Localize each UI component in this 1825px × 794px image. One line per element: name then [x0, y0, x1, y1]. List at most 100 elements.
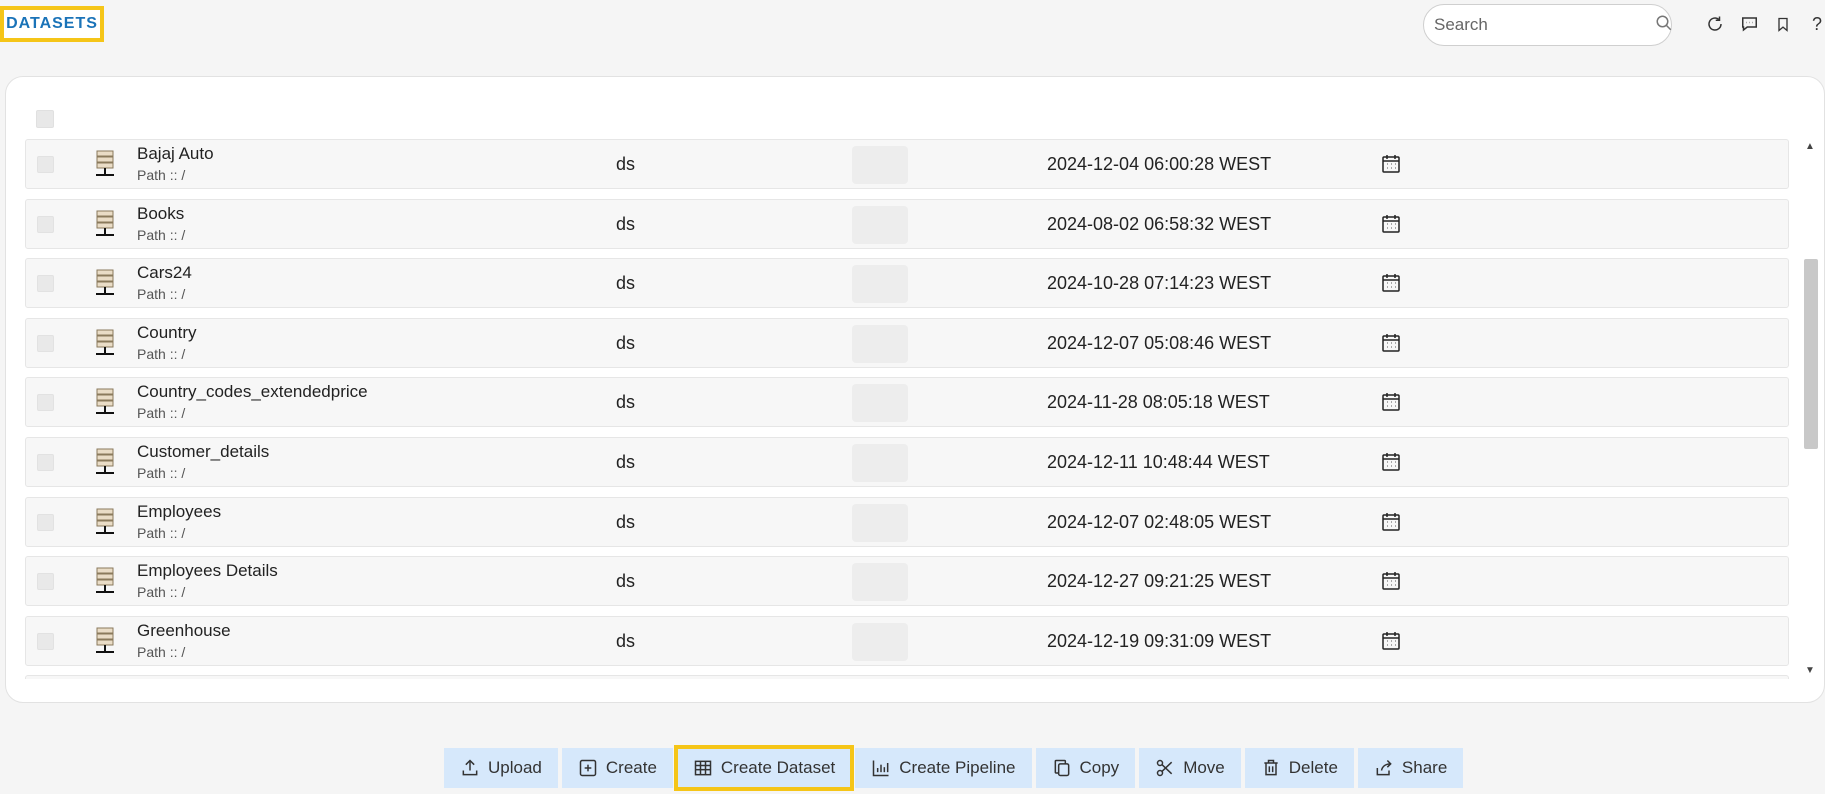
dataset-icon: [94, 388, 116, 418]
share-button[interactable]: Share: [1357, 748, 1464, 788]
dataset-thumbnail: [852, 265, 908, 304]
create-dataset-label: Create Dataset: [720, 758, 836, 777]
calendar-icon[interactable]: [1381, 214, 1401, 234]
help-icon[interactable]: ?: [1807, 12, 1825, 36]
dataset-type: ds: [616, 511, 636, 532]
select-all-checkbox[interactable]: [36, 110, 54, 128]
dataset-name[interactable]: Employees Details: [137, 561, 278, 581]
dataset-modified-date: 2024-12-07 05:08:46 WEST: [1047, 332, 1272, 353]
calendar-icon[interactable]: [1381, 154, 1401, 174]
table-row[interactable]: Country_codes_extendedprice Path :: / ds 20…: [25, 377, 1789, 428]
dataset-modified-date: 2024-08-02 06:58:32 WEST: [1047, 213, 1272, 234]
move-button[interactable]: Move: [1139, 748, 1241, 788]
dataset-name[interactable]: Employees: [137, 502, 221, 522]
share-label: Share: [1401, 758, 1448, 777]
dataset-path: Path :: /: [137, 286, 186, 303]
header-actions: ?: [1705, 12, 1825, 36]
dataset-type: ds: [616, 571, 636, 592]
dataset-icon: [94, 508, 116, 538]
scrollbar[interactable]: ▲ ▼: [1799, 139, 1821, 679]
upload-button[interactable]: Upload: [444, 748, 558, 788]
search-box[interactable]: [1423, 4, 1672, 46]
dataset-type: ds: [616, 392, 636, 413]
create-dataset-button[interactable]: Create Dataset: [673, 745, 855, 791]
row-checkbox[interactable]: [37, 334, 54, 352]
dataset-name[interactable]: Country_codes_extendedprice: [137, 382, 368, 402]
table-row[interactable]: BooksPath :: / ds 2024-08-02 06:58:32 WEST: [25, 198, 1789, 249]
dataset-icon: [94, 567, 116, 597]
dataset-modified-date: 2024-12-27 09:21:25 WEST: [1047, 571, 1272, 592]
table-row[interactable]: Greenhouse Path :: / ds 2024-12-19 09:31:09…: [25, 615, 1789, 666]
scroll-up-arrow-icon[interactable]: ▲: [1803, 139, 1817, 153]
create-pipeline-label: Create Pipeline: [899, 758, 1016, 777]
calendar-icon[interactable]: [1381, 571, 1401, 591]
dataset-type: ds: [616, 213, 636, 234]
delete-button[interactable]: Delete: [1244, 748, 1354, 788]
share-icon: [1376, 759, 1392, 776]
dataset-name[interactable]: Greenhouse: [137, 621, 231, 641]
dataset-thumbnail: [852, 205, 908, 244]
dataset-type: ds: [616, 452, 636, 472]
dataset-name[interactable]: Books: [137, 204, 184, 224]
dataset-type: ds: [616, 273, 636, 294]
page-title: DATASETS: [0, 6, 104, 42]
create-button[interactable]: Create: [561, 748, 673, 788]
dataset-thumbnail: [852, 384, 908, 423]
row-checkbox[interactable]: [37, 156, 54, 173]
dataset-path: Path :: /: [137, 226, 186, 243]
row-checkbox[interactable]: [37, 454, 54, 471]
action-toolbar: Upload Create Create Dataset Create Pipe…: [444, 745, 1464, 791]
bookmark-icon[interactable]: [1773, 12, 1793, 36]
row-checkbox[interactable]: [37, 215, 54, 233]
dataset-name[interactable]: Customer_details: [137, 442, 269, 462]
dataset-thumbnail: [852, 146, 908, 184]
row-checkbox[interactable]: [37, 513, 54, 531]
dataset-icon: [94, 627, 116, 657]
dataset-modified-date: 2024-12-11 10:48:44 WEST: [1047, 452, 1270, 472]
dataset-icon: [94, 269, 116, 299]
calendar-icon[interactable]: [1381, 452, 1401, 472]
dataset-modified-date: 2024-12-07 02:48:05 WEST: [1047, 511, 1272, 532]
scissors-icon: [1156, 759, 1173, 777]
table-row[interactable]: Bajaj Auto Path :: / ds 2024-12-04 06:00:28…: [25, 139, 1789, 189]
dataset-name[interactable]: Bajaj Auto: [137, 144, 214, 164]
dataset-icon: [94, 448, 116, 478]
calendar-icon[interactable]: [1381, 512, 1401, 532]
dataset-path: Path :: /: [137, 345, 186, 362]
scrollbar-thumb[interactable]: [1804, 259, 1818, 449]
row-checkbox[interactable]: [37, 573, 54, 591]
table-row[interactable]: Employees Path :: / ds 2024-12-07 02:48:05 …: [25, 496, 1789, 547]
search-icon[interactable]: [1655, 14, 1673, 37]
table-row[interactable]: Employees DetailsPath :: / ds 2024-12-27 0…: [25, 556, 1789, 607]
dataset-modified-date: 2024-12-04 06:00:28 WEST: [1047, 154, 1272, 174]
table-row[interactable]: Country Path :: / ds 2024-12-07 05:08:46 WE…: [25, 317, 1789, 368]
search-input[interactable]: [1434, 15, 1655, 35]
calendar-icon[interactable]: [1381, 333, 1401, 353]
create-pipeline-button[interactable]: Create Pipeline: [855, 748, 1032, 788]
row-checkbox[interactable]: [37, 394, 54, 412]
table-row[interactable]: Cars24 Path :: / ds 2024-10-28 07:14:23 WES…: [25, 258, 1789, 309]
refresh-icon[interactable]: [1705, 12, 1725, 36]
calendar-icon[interactable]: [1381, 273, 1401, 293]
table-row[interactable]: Customer_detailsPath :: / ds 2024-12-11 10…: [25, 437, 1789, 487]
row-checkbox[interactable]: [37, 275, 54, 293]
dataset-path: Path :: /: [137, 465, 186, 481]
dataset-path: Path :: /: [137, 584, 186, 601]
datasets-panel: Bajaj Auto Path :: / ds 2024-12-04 06:00:28…: [5, 76, 1825, 703]
comment-icon[interactable]: [1739, 12, 1759, 36]
dataset-name[interactable]: Cars24: [137, 263, 192, 283]
row-checkbox[interactable]: [37, 632, 54, 650]
copy-button[interactable]: Copy: [1035, 748, 1136, 788]
table-row[interactable]: [25, 675, 1789, 679]
dataset-type: ds: [616, 630, 636, 651]
upload-label: Upload: [488, 758, 542, 777]
scroll-down-arrow-icon[interactable]: ▼: [1803, 663, 1817, 677]
dataset-name[interactable]: Country: [137, 323, 197, 343]
pipeline-chart-icon: [873, 760, 889, 777]
calendar-icon[interactable]: [1381, 392, 1401, 412]
create-label: Create: [605, 758, 657, 777]
dataset-thumbnail: [852, 503, 908, 542]
dataset-path: Path :: /: [137, 643, 186, 660]
calendar-icon[interactable]: [1381, 631, 1401, 651]
upload-icon: [462, 759, 478, 776]
